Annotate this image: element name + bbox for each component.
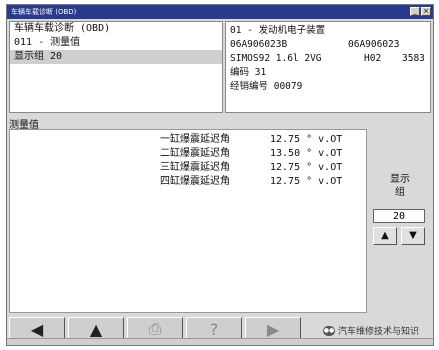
- title-bar: 车辆车载诊断 (OBD) _ ×: [7, 5, 433, 19]
- value-reading: 13.50 ° v.OT: [270, 148, 343, 159]
- value-label: 一缸爆震延迟角: [160, 134, 230, 145]
- display-group-panel: 显示 组 ▲ ▼: [369, 129, 431, 313]
- value-reading: 12.75 ° v.OT: [270, 162, 343, 173]
- status-bar: [7, 338, 433, 345]
- value-row: 四缸爆震延迟角 12.75 ° v.OT: [10, 175, 366, 189]
- forward-icon: ▶: [266, 319, 280, 339]
- nav-row-obd[interactable]: 车辆车载诊断 (OBD): [10, 22, 222, 36]
- group-down-button[interactable]: ▼: [401, 227, 425, 245]
- display-group-label-line2: 组: [395, 187, 405, 198]
- ecu-info-panel: 01 - 发动机电子装置 06A906023B 06A906023 SIMOS9…: [225, 21, 431, 113]
- display-group-label-line1: 显示: [390, 174, 410, 185]
- value-row: 一缸爆震延迟角 12.75 ° v.OT: [10, 133, 366, 147]
- ecu-part-number-short: 06A906023: [348, 39, 400, 50]
- up-arrow-icon: ▲: [381, 230, 389, 241]
- navigation-panel: 车辆车载诊断 (OBD) 011 - 测量值 显示组 20: [9, 21, 223, 113]
- value-label: 四缸爆震延迟角: [160, 176, 230, 187]
- window-controls: _ ×: [410, 7, 431, 16]
- help-icon: ?: [209, 319, 219, 339]
- value-row: 二缸爆震延迟角 13.50 ° v.OT: [10, 147, 366, 161]
- minimize-button[interactable]: _: [410, 7, 420, 16]
- group-up-button[interactable]: ▲: [373, 227, 397, 245]
- value-row: 三缸爆震延迟角 12.75 ° v.OT: [10, 161, 366, 175]
- value-label: 三缸爆震延迟角: [160, 162, 230, 173]
- ecu-module-name: 01 - 发动机电子装置: [230, 25, 326, 36]
- down-arrow-icon: ▼: [409, 230, 417, 241]
- display-group-label: 显示 组: [369, 173, 431, 199]
- wechat-icon: ●●: [323, 325, 335, 336]
- diagnostic-window: 车辆车载诊断 (OBD) _ × 车辆车载诊断 (OBD) 011 - 测量值 …: [6, 4, 434, 346]
- ecu-dealer-number: 经销编号 00079: [230, 81, 303, 92]
- nav-row-display-group[interactable]: 显示组 20: [10, 50, 222, 64]
- back-icon: ◀: [30, 319, 44, 339]
- watermark-text: 汽车维修技术与知识: [338, 327, 420, 337]
- window-title: 车辆车载诊断 (OBD): [11, 8, 77, 16]
- ecu-software-code: 3583: [402, 53, 425, 64]
- ecu-hardware-version: H02: [364, 53, 382, 64]
- measured-values-panel: 一缸爆震延迟角 12.75 ° v.OT 二缸爆震延迟角 13.50 ° v.O…: [9, 129, 367, 313]
- value-label: 二缸爆震延迟角: [160, 148, 230, 159]
- up-icon: ▲: [89, 319, 103, 339]
- ecu-engine-version: SIMOS92 1.6l 2VG: [230, 53, 322, 64]
- value-reading: 12.75 ° v.OT: [270, 176, 343, 187]
- nav-row-measurements[interactable]: 011 - 测量值: [10, 36, 222, 50]
- ecu-part-number: 06A906023B: [230, 39, 288, 50]
- display-group-input[interactable]: [373, 209, 425, 223]
- watermark: ●● 汽车维修技术与知识: [323, 324, 419, 337]
- value-reading: 12.75 ° v.OT: [270, 134, 343, 145]
- ecu-coding: 编码 31: [230, 67, 267, 78]
- close-button[interactable]: ×: [421, 7, 431, 16]
- print-icon: ⎙: [148, 319, 162, 338]
